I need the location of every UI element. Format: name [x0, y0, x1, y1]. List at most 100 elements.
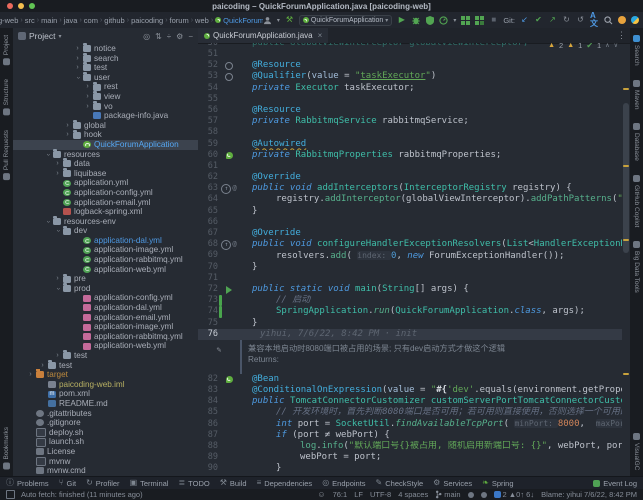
toolbar-item-problems[interactable]: ⓘProblems: [6, 479, 49, 488]
tree-item-application-config-yml[interactable]: application-config.yml: [13, 293, 198, 303]
tree-item-application-web-yml[interactable]: application-web.yml: [13, 265, 198, 275]
code-line-88[interactable]: 88log.info("默认端口号{}被占用, 随机启用新端口号: {}", w…: [198, 441, 622, 452]
tree-item-application-image-yml[interactable]: application-image.yml: [13, 322, 198, 332]
tree-item-application-rabbitmq-yml[interactable]: application-rabbitmq.yml: [13, 255, 198, 265]
project-panel-title[interactable]: Project: [29, 31, 55, 41]
code-line-61[interactable]: 61: [198, 161, 622, 172]
breadcrumb-item[interactable]: java: [64, 16, 78, 25]
run-dashboard-icon[interactable]: [461, 16, 470, 25]
tree-item-application-rabbitmq-yml[interactable]: application-rabbitmq.yml: [13, 332, 198, 342]
toolbar-item-checkstyle[interactable]: ✎CheckStyle: [376, 479, 424, 488]
toolbar-item-todo[interactable]: ≣TODO: [178, 479, 209, 488]
tree-item-dev[interactable]: ›dev: [13, 226, 198, 236]
line-number[interactable]: 65: [198, 206, 218, 217]
code-line-51[interactable]: 51: [198, 49, 622, 60]
tree-item-application-dal-yml[interactable]: application-dal.yml: [13, 236, 198, 246]
warning-stripe-mark[interactable]: [623, 165, 629, 167]
line-number[interactable]: 90: [198, 463, 218, 474]
plugin-blue-icon[interactable]: [631, 16, 639, 24]
translate-icon[interactable]: A文: [590, 16, 599, 25]
line-number[interactable]: 57: [198, 116, 218, 127]
line-number[interactable]: 61: [198, 161, 218, 172]
tool-window-stub-github-copilot[interactable]: GitHub Copilot: [633, 175, 640, 227]
code-line-68[interactable]: 68↑@public void configureHandlerExceptio…: [198, 239, 622, 250]
line-number[interactable]: 72: [198, 284, 218, 295]
code-line-67[interactable]: 67@Override: [198, 228, 622, 239]
caret-position-widget[interactable]: 76:1: [333, 490, 348, 499]
tree-toggle-icon[interactable]: ›: [53, 159, 62, 169]
panel-settings-icon[interactable]: ⚙: [176, 32, 183, 41]
encoding-widget[interactable]: UTF-8: [370, 490, 391, 499]
code-line-57[interactable]: 57private RabbitmqService rabbitmqServic…: [198, 116, 622, 127]
code-line-56[interactable]: 56@Resource: [198, 105, 622, 116]
tree-toggle-icon[interactable]: ›: [43, 150, 53, 159]
line-number[interactable]: 51: [198, 49, 218, 60]
git-push-icon[interactable]: ↗: [548, 16, 557, 25]
tree-item-license[interactable]: License: [13, 447, 198, 457]
minimize-window-button[interactable]: [18, 3, 24, 9]
tree-item-application-config-yml[interactable]: application-config.yml: [13, 188, 198, 198]
toolbar-item-spring[interactable]: ❧Spring: [482, 479, 513, 488]
tool-window-stub-search[interactable]: Search: [633, 35, 640, 66]
code-line-52[interactable]: 52@Resource: [198, 60, 622, 71]
code-line-59[interactable]: 59@Autowired: [198, 139, 622, 150]
tool-window-switcher-icon[interactable]: [6, 490, 15, 499]
line-number[interactable]: 53: [198, 71, 218, 82]
code-line-90[interactable]: 90}: [198, 463, 622, 474]
line-number[interactable]: 67: [198, 228, 218, 239]
line-number[interactable]: 58: [198, 127, 218, 138]
tree-item-logback-spring-xml[interactable]: logback-spring.xml: [13, 207, 198, 217]
tree-item-vo[interactable]: ›vo: [13, 102, 198, 112]
tree-item-launch-sh[interactable]: launch.sh: [13, 437, 198, 447]
hide-panel-icon[interactable]: −: [188, 32, 193, 41]
tree-toggle-icon[interactable]: ›: [83, 102, 92, 112]
code-line-83[interactable]: 83@ConditionalOnExpression(value = "#{'d…: [198, 385, 622, 396]
tree-item-application-web-yml[interactable]: application-web.yml: [13, 341, 198, 351]
sync-status-widget[interactable]: 2 ▲0↑ 6↓: [494, 490, 535, 499]
tree-item-resources[interactable]: ›resources: [13, 150, 198, 160]
line-number[interactable]: 75: [198, 318, 218, 329]
run-main-icon[interactable]: [226, 286, 232, 294]
editor-tab[interactable]: QuickForumApplication.java ×: [198, 28, 328, 43]
debug-button[interactable]: [411, 16, 420, 25]
tree-toggle-icon[interactable]: ›: [73, 44, 82, 54]
tree-toggle-icon[interactable]: ›: [63, 130, 72, 140]
warning-stripe-mark[interactable]: [623, 88, 629, 90]
code-line-76[interactable]: 76yihui, 7/6/22, 8:42 PM · init: [198, 329, 622, 340]
breadcrumb-item-current[interactable]: QuickForumApplication: [215, 16, 263, 25]
breadcrumb-item[interactable]: forum: [170, 16, 189, 25]
toolbar-item-endpoints[interactable]: ◎Endpoints: [322, 479, 365, 488]
spring-bean-icon[interactable]: [226, 152, 233, 159]
toolbar-item-terminal[interactable]: ▣Terminal: [130, 479, 169, 488]
tree-item-mvnw-cmd[interactable]: mvnw.cmd: [13, 466, 198, 476]
tree-item-quickforumapplication[interactable]: QuickForumApplication: [13, 140, 198, 150]
tool-window-stub-bookmarks[interactable]: Bookmarks: [3, 427, 10, 470]
code-line-63[interactable]: 63↑@public void addInterceptors(Intercep…: [198, 183, 622, 194]
tree-toggle-icon[interactable]: ›: [83, 92, 92, 102]
breadcrumb-item[interactable]: paicoding: [131, 16, 163, 25]
line-number[interactable]: 55: [198, 94, 218, 105]
code-line-85[interactable]: 85// 开发环境时，首先判断8080端口是否可用；若可用则直接使用，否则选择一…: [198, 407, 622, 418]
prev-problem-icon[interactable]: ∧: [605, 42, 609, 49]
git-update-icon[interactable]: ↙: [520, 16, 529, 25]
warning-stripe-mark[interactable]: [623, 239, 629, 241]
warning-stripe-mark[interactable]: [623, 373, 629, 375]
macos-traffic-lights[interactable]: [7, 3, 35, 9]
coverage-button[interactable]: [425, 16, 434, 25]
tree-toggle-icon[interactable]: ›: [53, 284, 63, 293]
tree-toggle-icon[interactable]: ›: [53, 351, 62, 361]
scrollbar-thumb[interactable]: [623, 103, 629, 253]
tool-window-stub-pull-requests[interactable]: Pull Requests: [3, 130, 10, 180]
code-line-62[interactable]: 62@Override: [198, 172, 622, 183]
stop-button[interactable]: ■: [489, 16, 498, 25]
toolbar-item-profiler[interactable]: ↻Profiler: [86, 479, 119, 488]
code-line-86[interactable]: 86int port = SocketUtil.findAvailableTcp…: [198, 419, 622, 430]
tool-window-stub-big-data-tools[interactable]: Big Data Tools: [633, 241, 640, 293]
bean-ring-icon[interactable]: [225, 62, 233, 70]
line-number[interactable]: 71: [198, 273, 218, 284]
code-line-71[interactable]: 71: [198, 273, 622, 284]
line-number[interactable]: 69: [198, 250, 218, 261]
tree-toggle-icon[interactable]: ›: [63, 121, 72, 131]
user-dropdown-caret[interactable]: ▾: [277, 17, 280, 24]
rendered-doc-comment[interactable]: ✎兼容本地启动时8080端口被占用的场景; 只有dev启动方式才做这个逻辑Ret…: [198, 340, 622, 374]
